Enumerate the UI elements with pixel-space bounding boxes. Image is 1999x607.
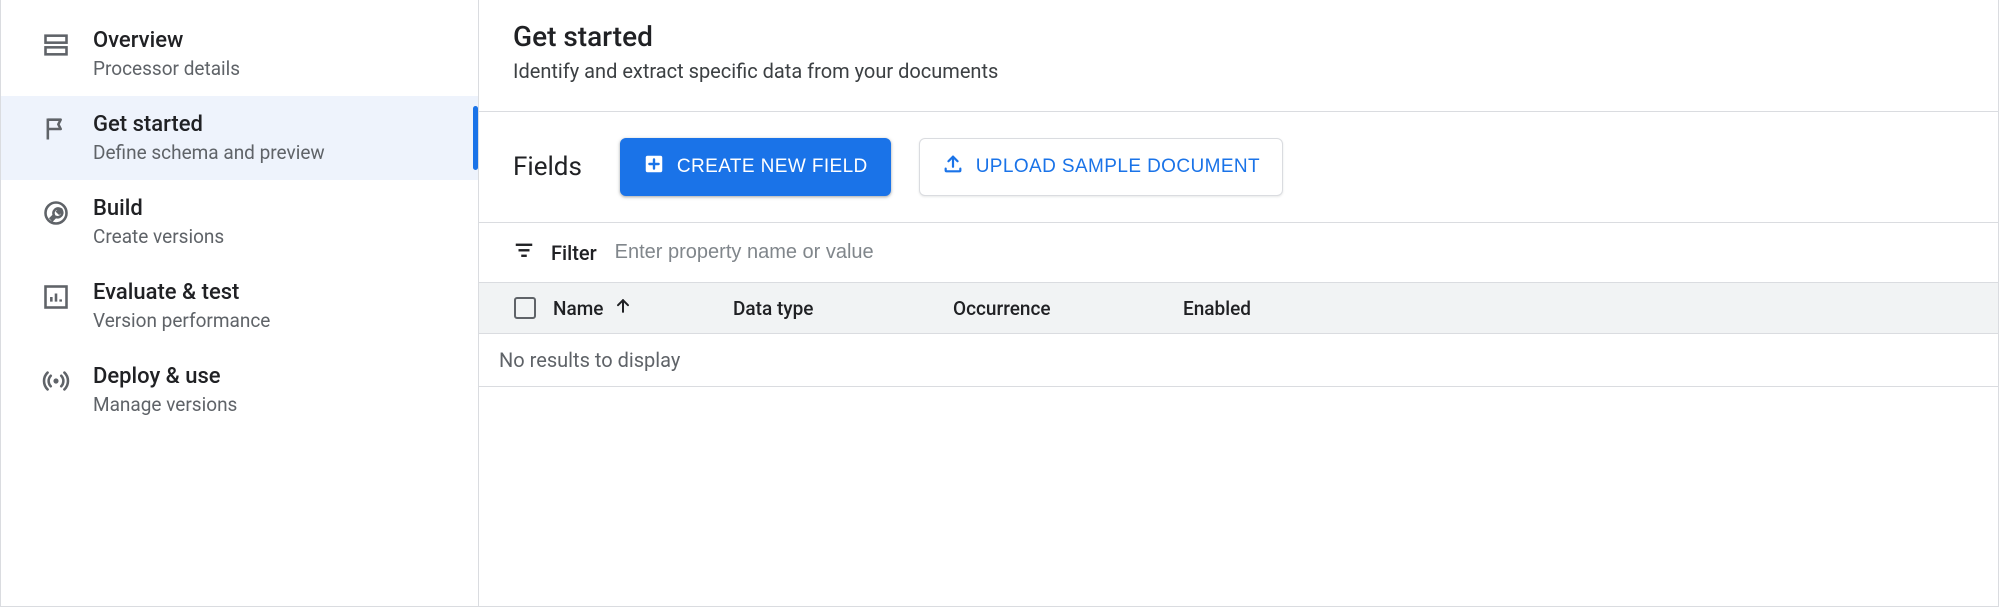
column-label: Occurrence: [953, 297, 1051, 320]
wrench-icon: [41, 198, 71, 228]
sort-ascending-icon: [613, 296, 633, 321]
sidebar-item-sublabel: Manage versions: [93, 393, 237, 416]
create-new-field-button[interactable]: CREATE NEW FIELD: [620, 138, 891, 196]
filter-input[interactable]: [613, 240, 1964, 265]
column-label: Data type: [733, 297, 813, 320]
upload-sample-document-button[interactable]: UPLOAD SAMPLE DOCUMENT: [919, 138, 1283, 196]
sidebar-item-label: Overview: [93, 28, 240, 53]
column-header-data-type[interactable]: Data type: [733, 297, 953, 320]
dashboard-icon: [41, 30, 71, 60]
column-label: Name: [553, 297, 603, 320]
column-header-name[interactable]: Name: [553, 296, 733, 321]
page-title: Get started: [513, 20, 1964, 53]
filter-icon: [513, 239, 535, 266]
sidebar-item-build[interactable]: Build Create versions: [1, 180, 478, 264]
broadcast-icon: [41, 366, 71, 396]
sidebar-item-sublabel: Processor details: [93, 57, 240, 80]
sidebar: Overview Processor details Get started D…: [1, 0, 479, 606]
sidebar-item-overview[interactable]: Overview Processor details: [1, 6, 478, 96]
sidebar-item-deploy[interactable]: Deploy & use Manage versions: [1, 348, 478, 432]
sidebar-item-label: Get started: [93, 112, 325, 137]
sidebar-item-evaluate[interactable]: Evaluate & test Version performance: [1, 264, 478, 348]
sidebar-item-sublabel: Version performance: [93, 309, 270, 332]
table-header-row: Name Data type Occurrence Enabled: [479, 282, 1998, 334]
filter-bar: Filter: [479, 223, 1998, 282]
column-label: Enabled: [1183, 297, 1251, 320]
main-content: Get started Identify and extract specifi…: [479, 0, 1998, 606]
page-subtitle: Identify and extract specific data from …: [513, 59, 1964, 83]
empty-state-message: No results to display: [479, 334, 1998, 387]
upload-icon: [942, 153, 964, 181]
fields-section-title: Fields: [513, 152, 582, 182]
sidebar-item-label: Evaluate & test: [93, 280, 270, 305]
sidebar-item-sublabel: Create versions: [93, 225, 224, 248]
column-header-enabled[interactable]: Enabled: [1183, 297, 1343, 320]
flag-icon: [41, 114, 71, 144]
column-header-occurrence[interactable]: Occurrence: [953, 297, 1183, 320]
page-header: Get started Identify and extract specifi…: [479, 0, 1998, 112]
fields-toolbar: Fields CREATE NEW FIELD UPLOAD SAMPLE DO…: [479, 112, 1998, 223]
sidebar-item-label: Deploy & use: [93, 364, 237, 389]
button-label: UPLOAD SAMPLE DOCUMENT: [976, 156, 1260, 178]
button-label: CREATE NEW FIELD: [677, 156, 868, 178]
sidebar-item-label: Build: [93, 196, 224, 221]
select-all-checkbox[interactable]: [514, 297, 536, 319]
sidebar-item-sublabel: Define schema and preview: [93, 141, 325, 164]
bar-chart-icon: [41, 282, 71, 312]
sidebar-item-get-started[interactable]: Get started Define schema and preview: [1, 96, 478, 180]
plus-box-icon: [643, 153, 665, 181]
filter-label: Filter: [551, 241, 597, 265]
